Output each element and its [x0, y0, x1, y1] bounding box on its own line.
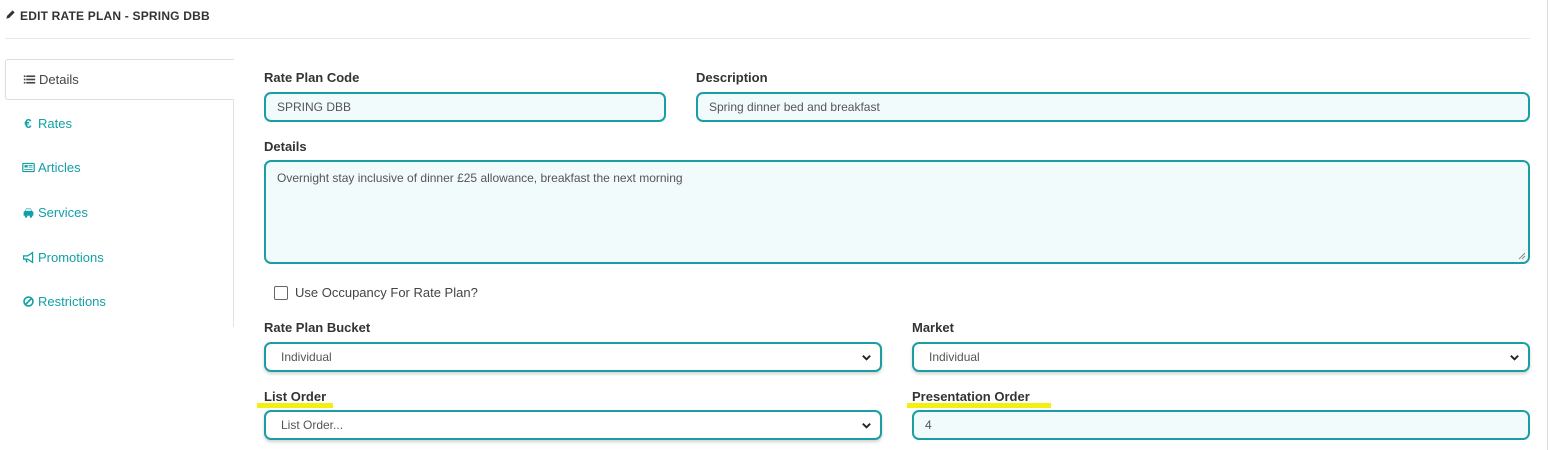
list-icon — [22, 73, 36, 87]
sidebar-divider — [233, 100, 234, 327]
tab-label: Rates — [38, 116, 72, 131]
page-title: EDIT RATE PLAN - SPRING DBB — [5, 9, 210, 23]
tab-articles[interactable]: Articles — [5, 147, 234, 188]
rate-plan-bucket-label: Rate Plan Bucket — [264, 320, 371, 335]
taxi-icon — [21, 206, 35, 220]
rate-plan-code-label: Rate Plan Code — [264, 70, 360, 85]
rate-plan-code-input[interactable] — [264, 92, 666, 122]
details-text: Overnight stay inclusive of dinner £25 a… — [277, 171, 683, 185]
tab-promotions[interactable]: Promotions — [5, 237, 234, 278]
resize-grip-icon[interactable] — [1518, 252, 1526, 260]
pencil-icon — [5, 9, 16, 23]
presentation-order-label: Presentation Order — [912, 389, 1030, 404]
tab-services[interactable]: Services — [5, 192, 234, 233]
page-title-text: EDIT RATE PLAN - SPRING DBB — [20, 9, 210, 23]
newspaper-icon — [21, 161, 35, 175]
use-occupancy-checkbox[interactable] — [274, 285, 288, 300]
description-input[interactable] — [696, 92, 1530, 122]
market-label: Market — [912, 320, 954, 335]
title-divider — [5, 38, 1530, 39]
tab-label: Articles — [38, 160, 81, 175]
tab-rates[interactable]: € Rates — [5, 103, 234, 144]
panel-right-border — [1547, 0, 1548, 450]
tab-label: Details — [39, 72, 79, 87]
bullhorn-icon — [21, 251, 35, 265]
sidebar: Details € Rates Articles Services Promot… — [5, 59, 234, 327]
use-occupancy-label: Use Occupancy For Rate Plan? — [295, 285, 478, 300]
list-order-label: List Order — [264, 389, 327, 404]
details-textarea[interactable]: Overnight stay inclusive of dinner £25 a… — [264, 160, 1530, 264]
tab-label: Restrictions — [38, 294, 106, 309]
details-label: Details — [264, 139, 307, 154]
tab-label: Promotions — [38, 250, 104, 265]
chevron-down-icon — [862, 422, 871, 429]
tab-label: Services — [38, 205, 88, 220]
euro-icon: € — [24, 116, 32, 131]
list-order-select[interactable]: List Order... — [264, 410, 882, 440]
market-value: Individual — [929, 350, 980, 364]
tab-details[interactable]: Details — [5, 59, 234, 100]
rate-plan-bucket-value: Individual — [281, 350, 332, 364]
chevron-down-icon — [1510, 354, 1519, 361]
description-label: Description — [696, 70, 768, 85]
rate-plan-bucket-select[interactable]: Individual — [264, 342, 882, 372]
market-select[interactable]: Individual — [912, 342, 1530, 372]
chevron-down-icon — [862, 354, 871, 361]
tab-restrictions[interactable]: Restrictions — [5, 281, 234, 322]
presentation-order-input[interactable] — [912, 410, 1530, 440]
list-order-value: List Order... — [281, 418, 344, 432]
use-occupancy-row[interactable]: Use Occupancy For Rate Plan? — [274, 285, 478, 300]
ban-icon — [21, 295, 35, 309]
